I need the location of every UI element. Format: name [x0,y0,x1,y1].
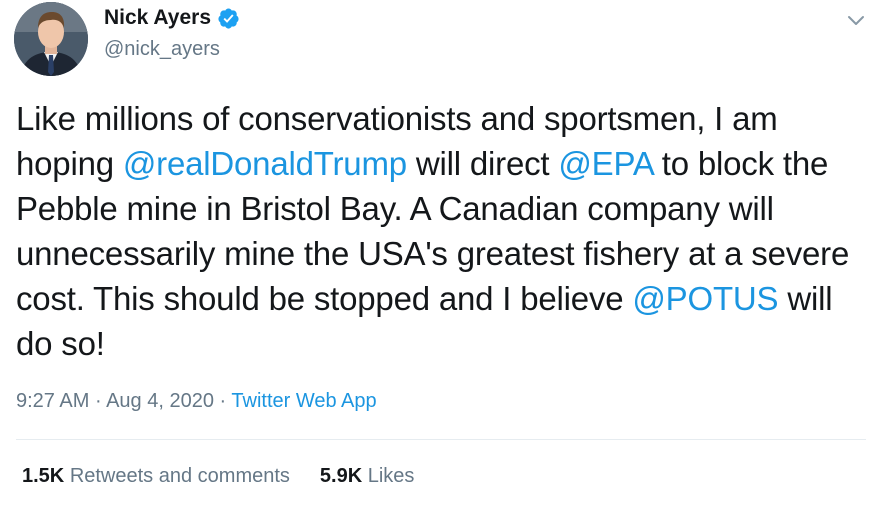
tweet-stats: 1.5K Retweets and comments 5.9K Likes [22,465,414,488]
tweet-time[interactable]: 9:27 AM [16,390,89,412]
meta-separator: · [94,390,102,412]
user-handle[interactable]: @nick_ayers [104,38,220,61]
retweets-count: 1.5K [22,465,65,487]
avatar[interactable] [14,2,88,76]
tweet-card: Nick Ayers @nick_ayers Like millions of … [0,0,889,514]
likes-stat[interactable]: 5.9K Likes [320,465,415,488]
tweet-text: Like millions of conservationists and sp… [16,96,876,366]
name-row: Nick Ayers [104,6,240,30]
display-name[interactable]: Nick Ayers [104,6,211,30]
mention-link[interactable]: @EPA [558,145,653,182]
mention-link[interactable]: @POTUS [632,280,778,317]
likes-count: 5.9K [319,465,363,487]
chevron-down-icon[interactable] [842,6,870,34]
retweets-label: Retweets and comments [69,465,290,487]
retweets-stat[interactable]: 1.5K Retweets and comments [22,465,290,488]
tweet-meta: 9:27 AM · Aug 4, 2020 · Twitter Web App [16,390,377,413]
tweet-date[interactable]: Aug 4, 2020 [106,390,214,412]
verified-badge-icon [217,7,240,30]
meta-separator: · [219,390,227,412]
tweet-source-link[interactable]: Twitter Web App [231,390,376,412]
divider [16,439,866,440]
mention-link[interactable]: @realDonaldTrump [123,145,407,182]
likes-label: Likes [367,465,415,487]
tweet-text-segment: will direct [406,145,559,182]
avatar-image [14,2,88,76]
